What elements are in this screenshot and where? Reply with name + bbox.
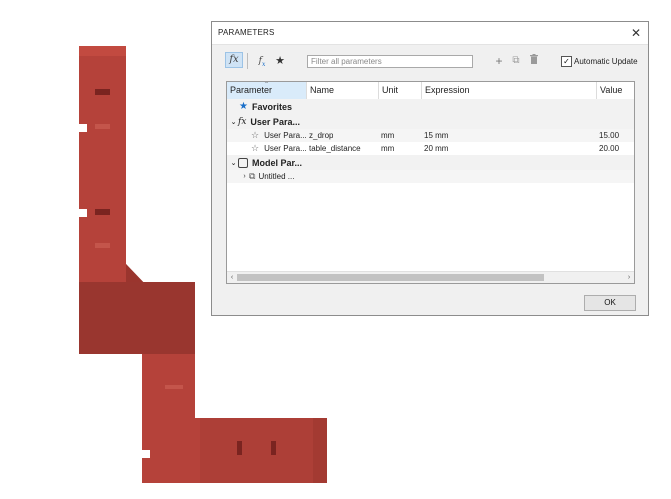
- model-notch: [79, 124, 87, 132]
- table-header: Parameter ⌃ Name Unit Expression Value: [227, 82, 634, 100]
- model-body-icon: [238, 157, 248, 168]
- automatic-update-checkbox[interactable]: ✓: [561, 56, 572, 67]
- scrollbar-thumb[interactable]: [237, 274, 544, 281]
- scroll-right-icon[interactable]: ›: [624, 272, 634, 283]
- copy-icon[interactable]: ⧉: [510, 54, 522, 68]
- row-parameter: User Para...: [264, 131, 307, 140]
- ok-button[interactable]: OK: [584, 295, 636, 311]
- model-notch: [142, 450, 150, 458]
- favorites-star-icon: ★: [239, 101, 248, 112]
- dialog-title: PARAMETERS: [218, 28, 275, 37]
- favorites-group-row[interactable]: ★ Favorites: [227, 99, 634, 114]
- row-expression[interactable]: 15 mm: [424, 129, 448, 142]
- delete-icon[interactable]: [528, 54, 540, 68]
- toolbar: fx fx ★ + ⧉ ✓ Automatic Update: [212, 44, 648, 74]
- column-header-expression[interactable]: Expression: [422, 82, 597, 99]
- sort-caret-icon: ⌃: [264, 82, 270, 88]
- scroll-left-icon[interactable]: ‹: [227, 272, 237, 283]
- model-foot-end: [313, 418, 327, 483]
- horizontal-scrollbar[interactable]: ‹ ›: [227, 271, 634, 283]
- add-parameter-icon[interactable]: +: [493, 54, 505, 68]
- user-parameters-label: User Para...: [250, 116, 300, 127]
- row-value: 20.00: [599, 144, 620, 153]
- user-parameters-group-row[interactable]: ⌄ fx User Para...: [227, 114, 634, 129]
- filter-input[interactable]: [307, 55, 473, 68]
- model-dark-band: [79, 282, 195, 354]
- column-header-parameter[interactable]: Parameter ⌃: [227, 82, 307, 99]
- parameters-dialog: PARAMETERS ✕ fx fx ★ + ⧉ ✓ Automatic Upd…: [211, 21, 649, 316]
- column-header-name[interactable]: Name: [307, 82, 379, 99]
- model-slot: [95, 89, 110, 95]
- model-slot: [271, 441, 276, 455]
- model-faint-slot: [95, 124, 110, 129]
- favorite-star-icon[interactable]: ★: [273, 54, 287, 68]
- row-value: 15.00: [599, 131, 620, 140]
- filter-parameters-icon[interactable]: fx: [255, 54, 269, 68]
- component-icon: ⧉: [249, 171, 256, 181]
- model-foot-shade: [200, 418, 327, 483]
- fx-parameters-icon[interactable]: fx: [225, 52, 243, 68]
- model-slot: [237, 441, 242, 455]
- model-parameters-label: Model Par...: [252, 157, 303, 168]
- model-slot: [95, 209, 110, 215]
- trash-icon: [530, 54, 538, 64]
- row-name: table_distance: [309, 144, 361, 153]
- table-row[interactable]: ☆ User Para... table_distance mm 20 mm 2…: [227, 142, 634, 155]
- column-header-value[interactable]: Value: [597, 82, 634, 99]
- chevron-right-icon[interactable]: ›: [240, 173, 249, 180]
- table-row[interactable]: › ⧉ Untitled ...: [227, 170, 634, 183]
- chevron-down-icon[interactable]: ⌄: [229, 118, 238, 126]
- model-faint-slot: [95, 243, 110, 248]
- model-notch: [79, 209, 87, 217]
- dialog-titlebar[interactable]: PARAMETERS ✕: [212, 22, 648, 45]
- automatic-update-toggle[interactable]: ✓ Automatic Update: [561, 55, 638, 68]
- parameters-table: Parameter ⌃ Name Unit Expression Value ★…: [226, 81, 635, 284]
- row-unit: mm: [381, 144, 395, 153]
- row-unit: mm: [381, 131, 395, 140]
- fx-icon: fx: [238, 116, 247, 127]
- model-parameters-group-row[interactable]: ⌄ Model Par...: [227, 155, 634, 170]
- favorites-label: Favorites: [251, 101, 292, 112]
- toolbar-separator: [247, 53, 248, 69]
- model-face-top: [79, 46, 126, 56]
- column-header-unit[interactable]: Unit: [379, 82, 422, 99]
- row-parameter: User Para...: [264, 144, 307, 153]
- model-faint-slot: [165, 385, 183, 389]
- close-icon[interactable]: ✕: [628, 25, 644, 41]
- star-outline-icon[interactable]: ☆: [251, 143, 259, 154]
- chevron-down-icon[interactable]: ⌄: [229, 159, 238, 167]
- model-item-label: Untitled ...: [258, 172, 295, 181]
- star-outline-icon[interactable]: ☆: [251, 130, 259, 141]
- row-name: z_drop: [309, 131, 334, 140]
- row-expression[interactable]: 20 mm: [424, 142, 448, 155]
- automatic-update-label: Automatic Update: [574, 57, 638, 66]
- table-row[interactable]: ☆ User Para... z_drop mm 15 mm 15.00: [227, 129, 634, 142]
